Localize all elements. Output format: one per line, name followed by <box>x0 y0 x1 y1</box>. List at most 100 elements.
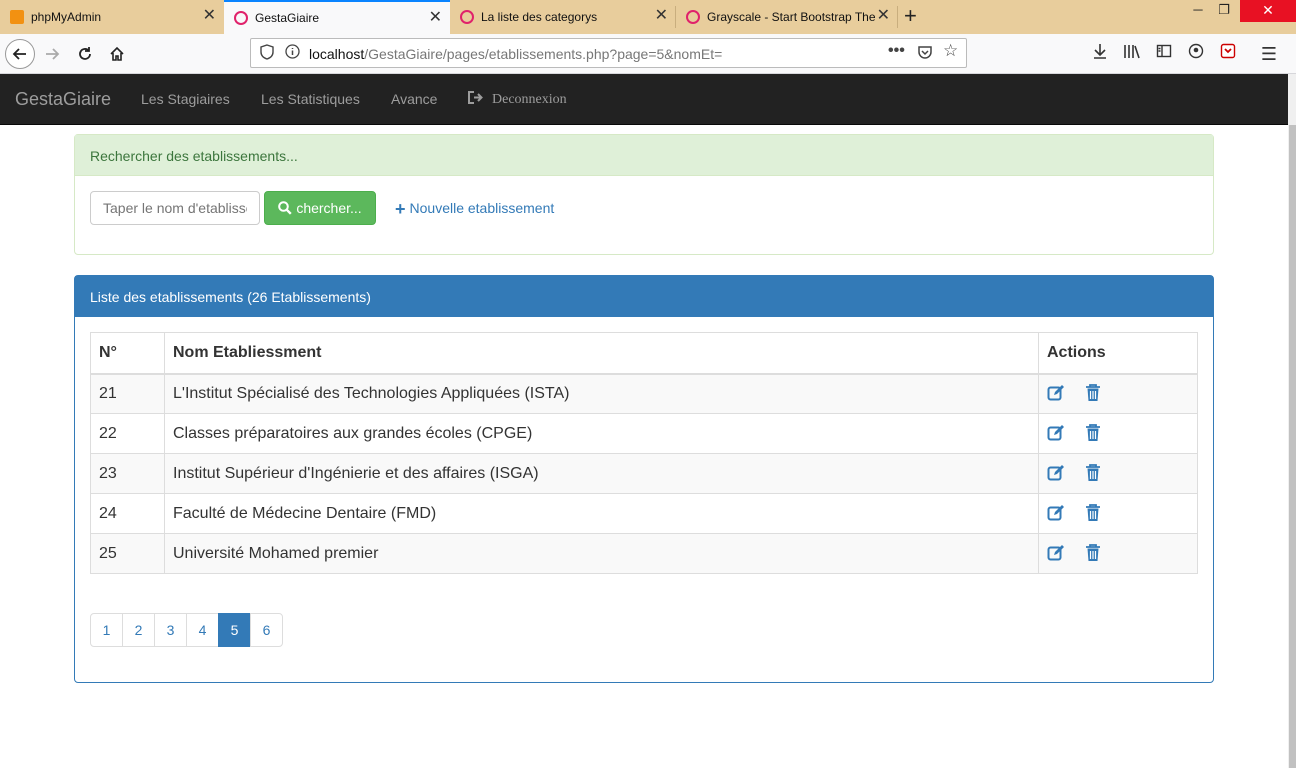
page-link-4[interactable]: 4 <box>186 613 219 647</box>
menu-icon[interactable]: ☰ <box>1258 43 1280 65</box>
plus-icon: + <box>395 199 406 219</box>
row-actions <box>1038 373 1198 414</box>
row-number: 22 <box>90 413 165 454</box>
page-link-6[interactable]: 6 <box>250 613 283 647</box>
search-input[interactable] <box>90 191 260 225</box>
tab-phpmyadmin[interactable]: phpMyAdmin ✕ <box>0 0 224 34</box>
row-actions <box>1038 493 1198 534</box>
table-row: 25 Université Mohamed premier <box>90 533 1198 574</box>
page-link-3[interactable]: 3 <box>154 613 187 647</box>
row-name: Institut Supérieur d'Ingénierie et des a… <box>164 453 1039 494</box>
search-icon <box>278 201 292 215</box>
edit-icon[interactable] <box>1047 504 1067 524</box>
table-header-row: N° Nom Etabliessment Actions <box>90 332 1198 375</box>
trash-icon[interactable] <box>1085 383 1105 404</box>
account-icon[interactable] <box>1185 43 1207 65</box>
close-icon[interactable]: ✕ <box>655 8 668 24</box>
edit-icon[interactable] <box>1047 544 1067 564</box>
url-host: localhost <box>309 46 365 62</box>
edit-icon[interactable] <box>1047 384 1067 404</box>
shield-icon[interactable] <box>260 44 274 63</box>
tab-separator <box>897 6 898 28</box>
tab-categorys[interactable]: La liste des categorys ✕ <box>450 0 676 34</box>
log-out-icon <box>468 91 483 104</box>
window-close-button[interactable]: ✕ <box>1240 0 1296 22</box>
tab-label: GestaGiaire <box>255 11 320 25</box>
trash-icon[interactable] <box>1085 503 1105 524</box>
page-link-2[interactable]: 2 <box>122 613 155 647</box>
row-name: Université Mohamed premier <box>164 533 1039 574</box>
extension-icon[interactable] <box>1217 43 1239 65</box>
search-panel: Rechercher des etablissements... cherche… <box>74 134 1214 255</box>
home-icon <box>110 46 124 61</box>
list-panel-heading: Liste des etablissements (26 Etablisseme… <box>75 276 1213 317</box>
trash-icon[interactable] <box>1085 543 1105 564</box>
row-actions <box>1038 453 1198 494</box>
navbar-brand[interactable]: GestaGiaire <box>15 89 111 110</box>
download-icon[interactable] <box>1089 43 1111 65</box>
column-header-num: N° <box>90 332 165 375</box>
logout-label: Deconnexion <box>492 92 567 107</box>
wamp-icon <box>686 10 700 24</box>
tab-grayscale[interactable]: Grayscale - Start Bootstrap The ✕ <box>676 0 898 34</box>
tab-label: Grayscale - Start Bootstrap The <box>707 10 876 24</box>
table-row: 24 Faculté de Médecine Dentaire (FMD) <box>90 493 1198 534</box>
url-text[interactable]: localhost/GestaGiaire/pages/etablissemen… <box>309 46 722 62</box>
row-name: Classes préparatoires aux grandes écoles… <box>164 413 1039 454</box>
row-actions <box>1038 533 1198 574</box>
scrollbar-thumb[interactable] <box>1289 125 1296 768</box>
home-button[interactable] <box>102 39 132 69</box>
new-etablissement-link[interactable]: + Nouvelle etablissement <box>395 199 554 220</box>
nav-link-avance[interactable]: Avance <box>391 91 437 107</box>
sidebar-icon[interactable] <box>1153 43 1175 65</box>
tab-gestagiaire[interactable]: GestaGiaire ✕ <box>224 0 450 34</box>
browser-toolbar: localhost/GestaGiaire/pages/etablissemen… <box>0 34 1296 74</box>
maximize-button[interactable]: ❐ <box>1212 0 1236 24</box>
trash-icon[interactable] <box>1085 423 1105 444</box>
column-header-name: Nom Etabliessment <box>164 332 1039 375</box>
list-panel: Liste des etablissements (26 Etablisseme… <box>74 275 1214 683</box>
nav-link-statistiques[interactable]: Les Statistiques <box>261 91 360 107</box>
pagination: 123456 <box>90 613 283 647</box>
table-row: 22 Classes préparatoires aux grandes écol… <box>90 413 1198 454</box>
address-bar[interactable]: localhost/GestaGiaire/pages/etablissemen… <box>250 38 967 68</box>
reload-icon <box>79 47 91 60</box>
app-navbar: GestaGiaire Les Stagiaires Les Statistiq… <box>0 74 1288 125</box>
edit-icon[interactable] <box>1047 464 1067 484</box>
page-link-5[interactable]: 5 <box>218 613 251 647</box>
search-button[interactable]: chercher... <box>264 191 376 225</box>
wamp-icon <box>460 10 474 24</box>
bookmark-star-icon[interactable]: ☆ <box>943 41 958 61</box>
table-row: 23 Institut Supérieur d'Ingénierie et des… <box>90 453 1198 494</box>
close-icon[interactable]: ✕ <box>877 8 890 24</box>
page-link-1[interactable]: 1 <box>90 613 123 647</box>
row-name: Faculté de Médecine Dentaire (FMD) <box>164 493 1039 534</box>
library-icon[interactable] <box>1121 43 1143 65</box>
pma-icon <box>10 10 24 24</box>
row-number: 23 <box>90 453 165 494</box>
new-tab-button[interactable]: + <box>904 4 917 28</box>
back-button[interactable] <box>5 39 35 69</box>
forward-button[interactable] <box>37 39 67 69</box>
browser-tab-bar: phpMyAdmin ✕ GestaGiaire ✕ La liste des … <box>0 0 1296 34</box>
tab-label: phpMyAdmin <box>31 10 102 24</box>
reload-button[interactable] <box>70 39 100 69</box>
minimize-button[interactable]: ─ <box>1186 0 1210 24</box>
trash-icon[interactable] <box>1085 463 1105 484</box>
page-actions-icon[interactable]: ••• <box>888 42 905 60</box>
tab-label: La liste des categorys <box>481 10 598 24</box>
row-number: 21 <box>90 373 165 414</box>
edit-icon[interactable] <box>1047 424 1067 444</box>
nav-link-stagiaires[interactable]: Les Stagiaires <box>141 91 230 107</box>
close-icon[interactable]: ✕ <box>203 8 216 24</box>
info-icon[interactable] <box>285 44 300 62</box>
url-path: /GestaGiaire/pages/etablissements.php?pa… <box>364 46 723 62</box>
pocket-icon[interactable] <box>917 44 933 63</box>
arrow-left-icon <box>12 48 26 60</box>
close-icon[interactable]: ✕ <box>429 10 442 26</box>
new-etablissement-label: Nouvelle etablissement <box>409 200 555 216</box>
row-actions <box>1038 413 1198 454</box>
nav-link-logout[interactable]: Deconnexion <box>468 91 567 108</box>
etablissements-table: N° Nom Etabliessment Actions 21 L'Institu… <box>90 332 1198 574</box>
search-button-label: chercher... <box>296 200 362 216</box>
